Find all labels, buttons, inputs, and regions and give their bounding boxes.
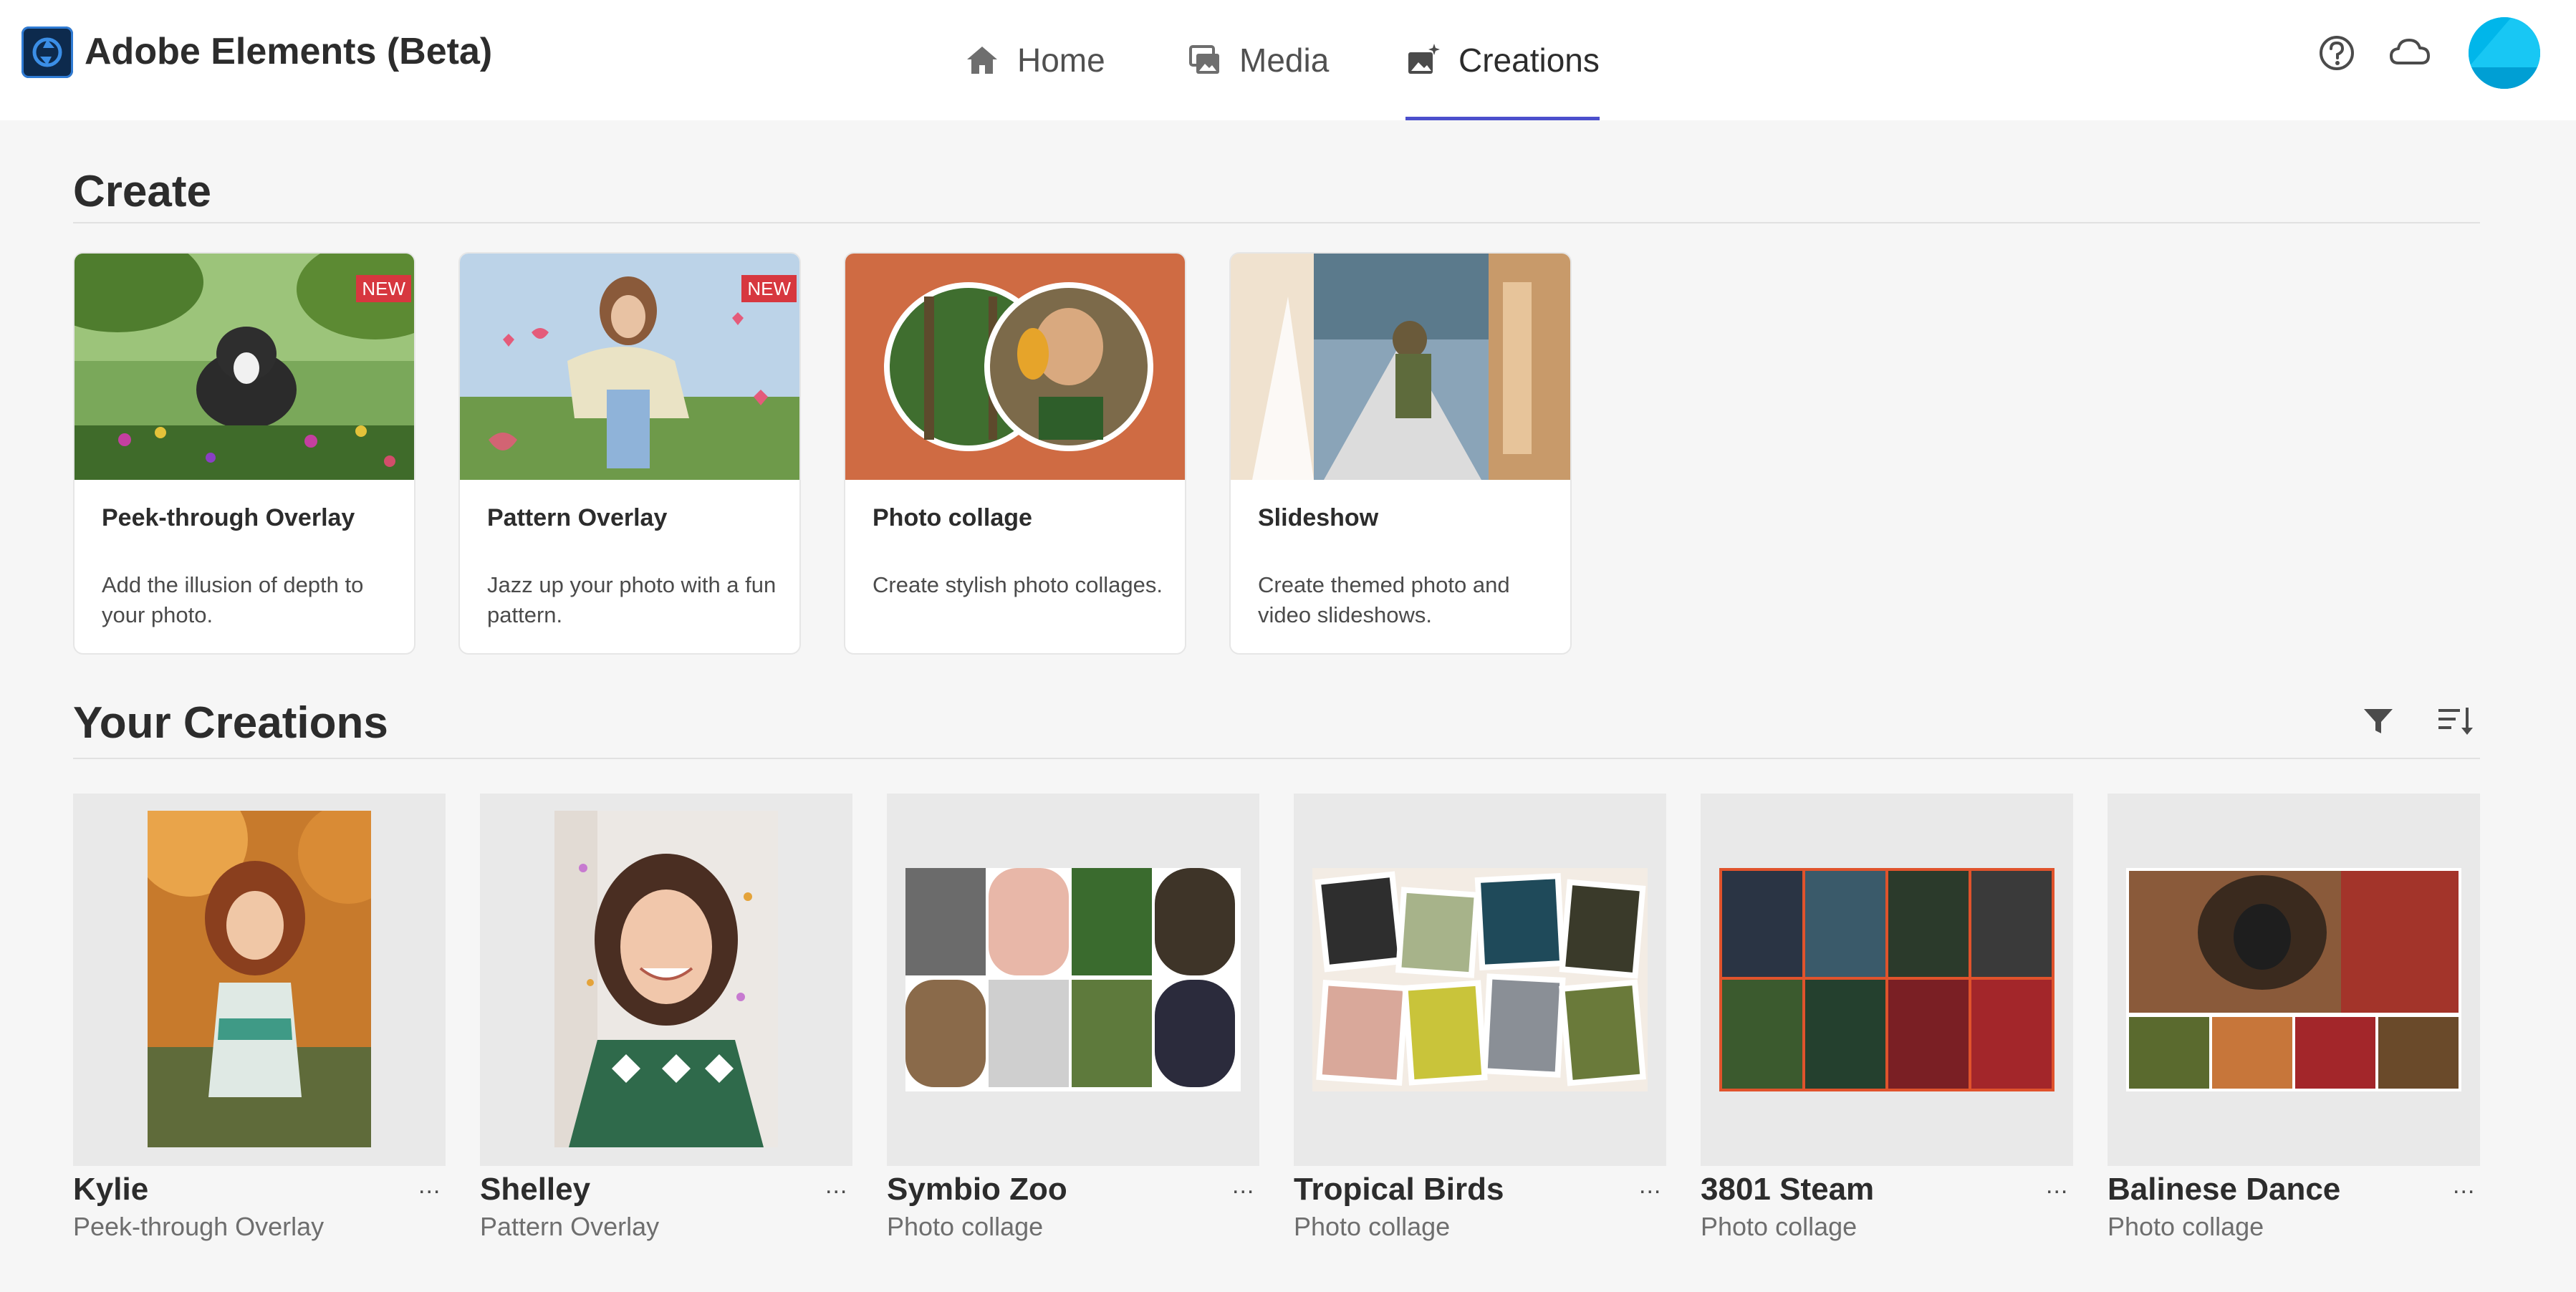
card-description: Create stylish photo collages. [873, 572, 1163, 597]
creation-tile-kylie[interactable] [73, 794, 446, 1166]
slideshow-thumbnail [1231, 254, 1570, 480]
card-description: Create themed photo and video slideshows… [1258, 572, 1510, 627]
cloud-icon[interactable] [2387, 30, 2433, 76]
create-card-peek-through[interactable]: NEW Peek-through Overlay Add the illusio… [73, 252, 415, 655]
create-card-slideshow[interactable]: Slideshow Create themed photo and video … [1229, 252, 1572, 655]
tab-media-label: Media [1239, 42, 1330, 79]
create-card-pattern-overlay[interactable]: NEW Pattern Overlay Jazz up your photo w… [458, 252, 801, 655]
tab-creations[interactable]: Creations [1405, 0, 1600, 120]
creation-type: Photo collage [1294, 1212, 1451, 1241]
tab-home[interactable]: Home [964, 0, 1105, 120]
creation-name: Shelley [480, 1172, 591, 1207]
creation-name: 3801 Steam [1701, 1172, 1875, 1207]
creation-name: Symbio Zoo [887, 1172, 1067, 1207]
photo-collage-thumbnail [845, 254, 1185, 480]
top-bar: Adobe Elements (Beta) Home Media Creatio… [0, 0, 2576, 120]
creation-name: Tropical Birds [1294, 1172, 1504, 1207]
more-options-button[interactable]: ... [1232, 1172, 1254, 1200]
creation-thumbnail [1312, 868, 1648, 1091]
home-icon [964, 42, 1000, 78]
creations-section-title: Your Creations [73, 698, 388, 748]
more-options-button[interactable]: ... [418, 1172, 441, 1200]
card-title: Photo collage [873, 504, 1032, 531]
tab-media[interactable]: Media [1186, 0, 1329, 120]
more-options-button[interactable]: ... [2453, 1172, 2475, 1200]
new-badge: NEW [741, 275, 797, 302]
creation-type: Photo collage [2108, 1212, 2264, 1241]
more-options-button[interactable]: ... [2046, 1172, 2068, 1200]
creation-tile-balinese-dance[interactable] [2108, 794, 2480, 1166]
card-description: Add the illusion of depth to your photo. [102, 572, 364, 627]
tab-creations-label: Creations [1458, 42, 1600, 79]
adobe-elements-logo-icon [21, 26, 73, 78]
card-title: Slideshow [1258, 504, 1379, 531]
creation-tile-shelley[interactable] [480, 794, 852, 1166]
help-icon[interactable] [2314, 30, 2360, 76]
creation-type: Peek-through Overlay [73, 1212, 325, 1241]
card-title: Peek-through Overlay [102, 504, 355, 531]
creation-name: Balinese Dance [2108, 1172, 2341, 1207]
creation-thumbnail [1719, 868, 2054, 1091]
creations-divider [73, 758, 2480, 759]
creation-tile-tropical-birds[interactable] [1294, 794, 1666, 1166]
create-divider [73, 222, 2480, 223]
card-title: Pattern Overlay [487, 504, 668, 531]
creation-tile-3801-steam[interactable] [1701, 794, 2073, 1166]
creation-tile-symbio-zoo[interactable] [887, 794, 1259, 1166]
app-title: Adobe Elements (Beta) [85, 31, 493, 72]
creation-type: Pattern Overlay [480, 1212, 660, 1241]
creation-thumbnail [2126, 868, 2461, 1091]
filter-icon[interactable] [2358, 700, 2398, 741]
card-description: Jazz up your photo with a fun pattern. [487, 572, 777, 627]
new-badge: NEW [356, 275, 411, 302]
tab-home-label: Home [1017, 42, 1105, 79]
more-options-button[interactable]: ... [825, 1172, 847, 1200]
create-card-photo-collage[interactable]: Photo collage Create stylish photo colla… [844, 252, 1186, 655]
creation-thumbnail [554, 811, 778, 1147]
creation-name: Kylie [73, 1172, 149, 1207]
creations-icon [1405, 42, 1441, 78]
creation-type: Photo collage [887, 1212, 1044, 1241]
creation-thumbnail [905, 868, 1241, 1091]
more-options-button[interactable]: ... [1639, 1172, 1661, 1200]
avatar[interactable] [2469, 17, 2540, 89]
creation-thumbnail [148, 811, 371, 1147]
creation-type: Photo collage [1701, 1212, 1857, 1241]
create-section-title: Create [73, 167, 211, 216]
media-icon [1186, 42, 1222, 78]
sort-icon[interactable] [2436, 700, 2476, 741]
